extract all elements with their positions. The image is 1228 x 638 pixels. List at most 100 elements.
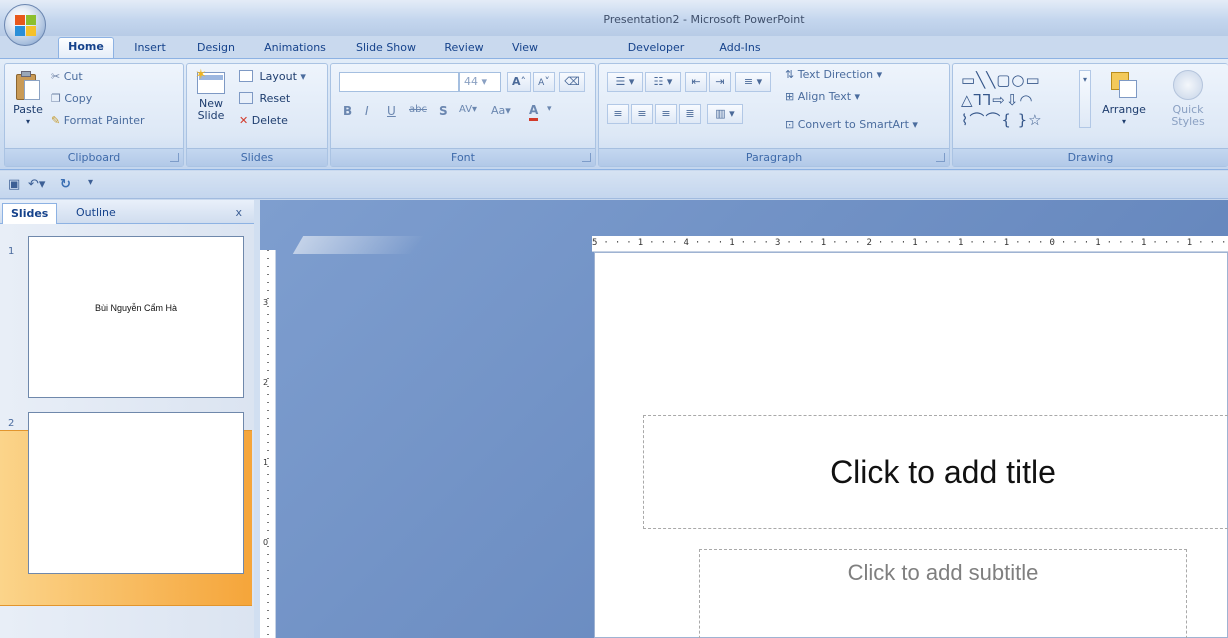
smartart-icon: ⊡	[785, 118, 795, 131]
customize-toolbar-icon[interactable]: ▾	[88, 177, 93, 188]
window-title: Presentation2 - Microsoft PowerPoint	[603, 13, 805, 26]
vruler-mark-3: 3	[263, 298, 269, 307]
scissors-icon: ✂	[51, 70, 61, 83]
tab-slide-show[interactable]: Slide Show	[346, 39, 426, 59]
paste-button[interactable]: Paste ▾	[11, 70, 45, 128]
copy-button[interactable]: ❐ Copy	[51, 92, 92, 105]
character-spacing-button[interactable]: AV▾	[459, 104, 477, 115]
grow-font-button[interactable]: A˄	[507, 72, 531, 92]
align-center-icon[interactable]: ≡	[631, 104, 653, 124]
horizontal-ruler: 5 · · · 1 · · · 4 · · · 1 · · · 3 · · · …	[592, 236, 1228, 252]
font-launcher-icon[interactable]	[582, 153, 591, 162]
redo-icon[interactable]: ↻	[60, 177, 71, 192]
title-placeholder[interactable]: Click to add title	[643, 415, 1228, 529]
slide-2-thumbnail[interactable]	[28, 412, 244, 574]
cut-button[interactable]: ✂ Cut	[51, 70, 83, 83]
tab-review[interactable]: Review	[434, 39, 494, 59]
strikethrough-button[interactable]: abc	[409, 104, 427, 115]
text-shadow-button[interactable]: S	[439, 104, 448, 118]
quick-styles-button[interactable]: Quick Styles	[1157, 70, 1219, 128]
align-left-icon[interactable]: ≡	[607, 104, 629, 124]
justify-icon[interactable]: ≣	[679, 104, 701, 124]
pane-tabs: Slides Outline x	[0, 200, 254, 224]
slide-1-text: Bùi Nguyễn Cẩm Hà	[94, 303, 178, 313]
align-right-icon[interactable]: ≡	[655, 104, 677, 124]
clipboard-launcher-icon[interactable]	[170, 153, 179, 162]
quick-access-toolbar: ▣ ↶▾ ↻ ▾	[0, 171, 1228, 199]
paragraph-launcher-icon[interactable]	[936, 153, 945, 162]
text-direction-button[interactable]: ⇅ Text Direction ▾	[785, 68, 882, 81]
tab-outline[interactable]: Outline	[68, 203, 124, 224]
layout-button[interactable]: Layout ▾	[239, 70, 306, 83]
tab-slides[interactable]: Slides	[2, 203, 58, 224]
underline-button[interactable]: U	[387, 104, 396, 118]
slide-2-number: 2	[8, 418, 15, 429]
bullets-icon[interactable]: ☰ ▾	[607, 72, 643, 92]
bold-button[interactable]: B	[343, 104, 352, 118]
reset-button[interactable]: Reset	[239, 92, 290, 105]
shapes-row-1: ▭╲╲▢○▭	[961, 71, 1041, 89]
slide-1-thumbnail[interactable]: Bùi Nguyễn Cẩm Hà	[28, 236, 244, 398]
align-text-label: Align Text	[797, 90, 852, 103]
convert-smartart-button[interactable]: ⊡ Convert to SmartArt ▾	[785, 118, 918, 131]
delete-button[interactable]: ✕ Delete	[239, 114, 288, 127]
layout-icon	[239, 70, 253, 82]
vruler-mark-2: 2	[263, 378, 269, 387]
delete-label: Delete	[251, 114, 288, 127]
undo-icon[interactable]: ↶▾	[28, 177, 45, 192]
arrange-icon	[1109, 70, 1139, 100]
new-slide-icon: ✶	[195, 68, 227, 96]
office-button[interactable]	[4, 4, 46, 46]
tab-home[interactable]: Home	[58, 37, 114, 59]
delete-icon: ✕	[239, 114, 249, 127]
tab-developer[interactable]: Developer	[616, 39, 696, 59]
copy-icon: ❐	[51, 92, 61, 105]
shrink-font-button[interactable]: A˅	[533, 72, 555, 92]
arrange-button[interactable]: Arrange ▾	[1097, 70, 1151, 128]
chevron-down-icon[interactable]: ▾	[547, 104, 552, 114]
tab-insert[interactable]: Insert	[124, 39, 176, 59]
decrease-indent-icon[interactable]: ⇤	[685, 72, 707, 92]
save-icon[interactable]: ▣	[8, 177, 20, 192]
shapes-row-3: ⌇⌒⌒{ }☆	[961, 111, 1043, 129]
paste-label: Paste	[13, 103, 43, 116]
format-painter-label: Format Painter	[63, 114, 145, 127]
close-icon[interactable]: x	[235, 206, 242, 219]
tab-animations[interactable]: Animations	[252, 39, 338, 59]
slide-1-number: 1	[8, 246, 15, 257]
title-bar: Presentation2 - Microsoft PowerPoint	[0, 0, 1228, 36]
character-spacing-label: AV	[459, 104, 473, 115]
tab-view[interactable]: View	[502, 39, 548, 59]
arrange-label: Arrange	[1102, 103, 1146, 116]
chevron-down-icon: ▾	[25, 117, 30, 126]
slide-canvas: Click to add title Click to add subtitle	[594, 252, 1228, 638]
font-color-button[interactable]: A	[529, 102, 539, 121]
office-logo-icon	[15, 15, 37, 37]
paragraph-group-label: Paragraph	[599, 148, 949, 166]
slide-thumbnails: 1 Bùi Nguyễn Cẩm Hà 2	[0, 224, 254, 638]
font-name-combo[interactable]	[339, 72, 459, 92]
chevron-down-icon: ▾	[1121, 117, 1126, 126]
slides-group: ✶ New Slide Layout ▾ Reset ✕ Delete Slid…	[186, 63, 328, 167]
subtitle-placeholder[interactable]: Click to add subtitle	[699, 549, 1187, 638]
shapes-more-icon[interactable]: ▾	[1079, 70, 1091, 128]
change-case-button[interactable]: Aa▾	[491, 104, 511, 117]
align-text-button[interactable]: ⊞ Align Text ▾	[785, 90, 860, 103]
new-slide-label-2: Slide	[197, 109, 225, 122]
tab-add-ins[interactable]: Add-Ins	[710, 39, 770, 59]
slides-pane: Slides Outline x 1 Bùi Nguyễn Cẩm Hà 2	[0, 200, 254, 638]
numbering-icon[interactable]: ☷ ▾	[645, 72, 681, 92]
line-spacing-icon[interactable]: ≡ ▾	[735, 72, 771, 92]
layout-label: Layout	[259, 70, 297, 83]
font-size-combo[interactable]: 44 ▾	[459, 72, 501, 92]
vruler-mark-1: 1	[263, 458, 269, 467]
reset-label: Reset	[259, 92, 291, 105]
increase-indent-icon[interactable]: ⇥	[709, 72, 731, 92]
clear-formatting-icon[interactable]: ⌫	[559, 72, 585, 92]
new-slide-button[interactable]: ✶ New Slide	[191, 68, 231, 122]
columns-icon[interactable]: ▥ ▾	[707, 104, 743, 124]
format-painter-button[interactable]: ✎ Format Painter	[51, 114, 145, 127]
italic-button[interactable]: I	[365, 104, 369, 118]
shapes-gallery[interactable]: ▭╲╲▢○▭ △⅂⅂⇨⇩◠ ⌇⌒⌒{ }☆	[961, 70, 1079, 132]
tab-design[interactable]: Design	[188, 39, 244, 59]
